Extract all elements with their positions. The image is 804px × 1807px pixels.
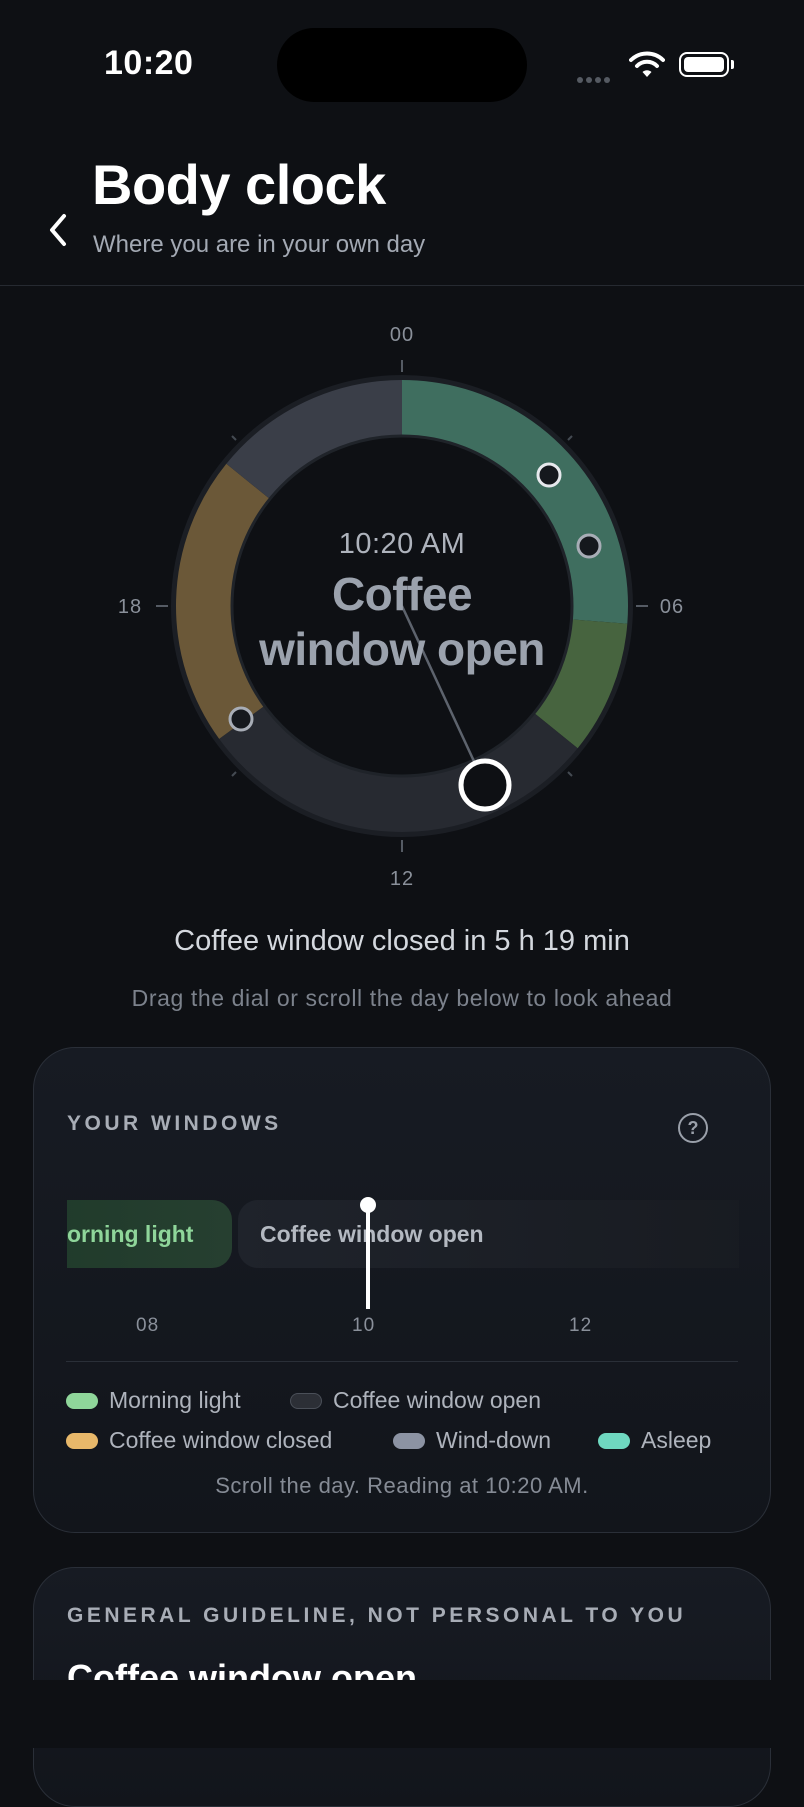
legend-label: Morning light	[109, 1387, 241, 1413]
windows-card: YOUR WINDOWS ? orning light Coffee windo…	[33, 1047, 771, 1533]
legend-asleep: Asleep	[598, 1427, 711, 1454]
body-clock-dial[interactable]: 00 06 12 18 10:20 AM Coffee window open	[0, 300, 804, 900]
tick-mark	[231, 771, 237, 777]
legend-label: Coffee window closed	[109, 1427, 333, 1453]
scroll-fade	[0, 1680, 804, 1748]
page-header: Body clock Where you are in your own day	[0, 130, 804, 286]
card-title: YOUR WINDOWS	[67, 1112, 282, 1135]
legend-swatch	[290, 1392, 322, 1409]
legend-morning-light: Morning light	[66, 1387, 241, 1414]
timeline-tick-10: 10	[352, 1315, 376, 1336]
hour-label-06: 06	[660, 596, 684, 618]
back-button[interactable]	[38, 205, 78, 255]
legend-swatch	[66, 1432, 98, 1449]
cellular-signal-icon	[577, 70, 613, 88]
wifi-icon	[629, 51, 665, 77]
legend-swatch	[66, 1392, 98, 1409]
dynamic-island	[277, 28, 527, 102]
hour-label-00: 00	[390, 324, 414, 346]
legend-swatch	[393, 1432, 425, 1449]
chevron-left-icon	[50, 214, 66, 246]
battery-cap	[731, 60, 734, 69]
timeline-tick-12: 12	[569, 1315, 593, 1336]
legend-label: Wind-down	[436, 1427, 552, 1453]
dial-center-readout: 10:20 AM Coffee window open	[202, 528, 602, 677]
help-icon[interactable]: ?	[678, 1113, 708, 1143]
window-marker[interactable]	[536, 462, 562, 488]
dial-status-line-2: window open	[259, 623, 545, 675]
timeline-segment-morning-light[interactable]: orning light	[67, 1200, 232, 1268]
timeline-cursor-handle[interactable]	[360, 1197, 376, 1213]
page-subtitle: Where you are in your own day	[93, 231, 426, 258]
legend-coffee-window-open: Coffee window open	[290, 1387, 541, 1414]
window-marker[interactable]	[228, 706, 254, 732]
tick-mark	[231, 435, 237, 441]
legend-label: Coffee window open	[333, 1387, 541, 1413]
timeline-tick-08: 08	[136, 1315, 160, 1336]
hint-text: Drag the dial or scroll the day below to…	[131, 985, 673, 1011]
guideline-label: GENERAL GUIDELINE, NOT PERSONAL TO YOU	[67, 1604, 687, 1627]
day-timeline[interactable]: orning light Coffee window open	[67, 1178, 739, 1288]
tick-mark	[567, 771, 573, 777]
legend-swatch	[598, 1432, 630, 1449]
card-divider	[66, 1361, 738, 1362]
windows-footnote: Scroll the day. Reading at 10:20 AM.	[215, 1473, 589, 1498]
status-bar: 10:20	[0, 0, 804, 130]
timeline-cursor[interactable]	[366, 1204, 370, 1309]
tick-mark	[567, 435, 573, 441]
legend-label: Asleep	[641, 1427, 712, 1453]
dial-current-time: 10:20 AM	[338, 528, 466, 560]
timeline-segment-coffee-window-open[interactable]: Coffee window open	[238, 1200, 739, 1268]
legend-wind-down: Wind-down	[393, 1427, 551, 1454]
battery-icon	[679, 52, 729, 77]
legend-coffee-window-closed: Coffee window closed	[66, 1427, 332, 1454]
dial-drag-handle[interactable]	[458, 758, 512, 812]
dial-status-line-1: Coffee	[331, 568, 473, 620]
countdown-text: Coffee window closed in 5 h 19 min	[174, 925, 630, 957]
hour-label-18: 18	[118, 596, 142, 618]
status-time: 10:20	[104, 44, 194, 82]
page-title: Body clock	[92, 153, 386, 216]
hour-label-12: 12	[390, 868, 414, 890]
